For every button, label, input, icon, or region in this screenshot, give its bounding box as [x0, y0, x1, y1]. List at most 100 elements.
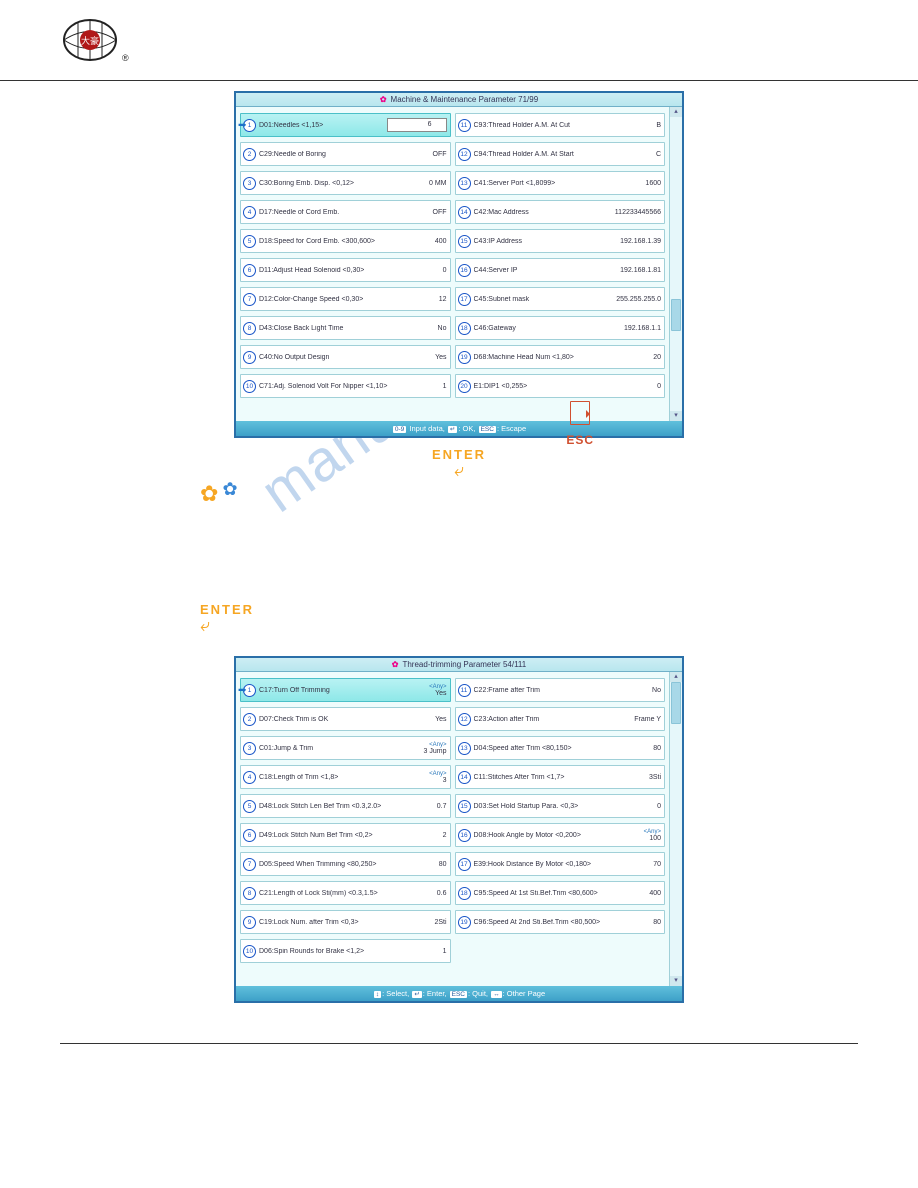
param-row[interactable]: 8D43:Close Back Light TimeNo	[240, 316, 451, 340]
param-label: C30:Boring Emb. Disp. <0,12>	[259, 180, 426, 187]
param-label: E39:Hook Distance By Motor <0,180>	[474, 861, 651, 868]
param-row[interactable]: ➡1C17:Turn Off Trimming<Any>Yes	[240, 678, 451, 702]
param-row[interactable]: 19D68:Machine Head Num <1,80>20	[455, 345, 666, 369]
param-row[interactable]: 6D49:Lock Stitch Num Bef Trim <0,2>2	[240, 823, 451, 847]
param-value: 1	[443, 948, 447, 955]
scrollbar[interactable]: ▴ ▾	[669, 107, 682, 421]
row-number-badge: 3	[243, 742, 256, 755]
row-number-badge: 14	[458, 771, 471, 784]
param-row[interactable]: 11C22:Frame after TrimNo	[455, 678, 666, 702]
param-row[interactable]: 11C93:Thread Holder A.M. At CutB	[455, 113, 666, 137]
param-label: C41:Server Port <1,8099>	[474, 180, 643, 187]
param-label: C93:Thread Holder A.M. At Cut	[474, 122, 654, 129]
updown-key-hint: ↕	[374, 991, 381, 998]
param-row[interactable]: 13C41:Server Port <1,8099>1600	[455, 171, 666, 195]
page-header: 大豪®	[0, 0, 918, 81]
param-value: 0	[657, 803, 661, 810]
gear-icon: ✿	[380, 95, 387, 104]
param-row[interactable]: 7D12:Color-Change Speed <0,30>12	[240, 287, 451, 311]
param-row[interactable]: 20E1:DIP1 <0,255>0	[455, 374, 666, 398]
param-row[interactable]: 2D07:Check Trim is OKYes	[240, 707, 451, 731]
param-row[interactable]: 2C29:Needle of BoringOFF	[240, 142, 451, 166]
param-row[interactable]: 4D17:Needle of Cord Emb.OFF	[240, 200, 451, 224]
param-label: C21:Length of Lock Sti(mm) <0.3,1.5>	[259, 890, 434, 897]
row-number-badge: 13	[458, 742, 471, 755]
param-row[interactable]: 5D18:Speed for Cord Emb. <300,600>400	[240, 229, 451, 253]
scroll-down-icon[interactable]: ▾	[670, 411, 682, 421]
param-value: 255.255.255.0	[616, 296, 661, 303]
param-label: D06:Spin Rounds for Brake <1,2>	[259, 948, 440, 955]
param-row[interactable]: 8C21:Length of Lock Sti(mm) <0.3,1.5>0.6	[240, 881, 451, 905]
enter-key-hint: ↵	[448, 426, 457, 433]
param-row[interactable]: 10D06:Spin Rounds for Brake <1,2>1	[240, 939, 451, 963]
param-row[interactable]: 13D04:Speed after Trim <80,150>80	[455, 736, 666, 760]
row-number-badge: 18	[458, 887, 471, 900]
param-value: 112233445566	[615, 209, 661, 216]
param-value: B	[656, 122, 661, 129]
scroll-up-icon[interactable]: ▴	[670, 672, 682, 682]
param-row[interactable]: 3C01:Jump & Trim<Any>3 Jump	[240, 736, 451, 760]
param-row[interactable]: 17C45:Subnet mask255.255.255.0	[455, 287, 666, 311]
param-row[interactable]: 14C11:Stitches After Trim <1,7>3Sti	[455, 765, 666, 789]
param-row[interactable]: 7D05:Speed When Trimming <80,250>80	[240, 852, 451, 876]
settings-gears-icon: ✿✿	[200, 481, 234, 507]
thread-trim-panel: ✿Thread-trimming Parameter 54/111 ➡1C17:…	[234, 656, 684, 1003]
row-number-badge: 10	[243, 380, 256, 393]
row-number-badge: 8	[243, 322, 256, 335]
param-row[interactable]: 9C19:Lock Num. after Trim <0,3>2Sti	[240, 910, 451, 934]
numkey-hint: 0-9	[393, 426, 406, 433]
scroll-down-icon[interactable]: ▾	[670, 976, 682, 986]
param-row[interactable]: 18C95:Speed At 1st Sti.Bef.Trim <80,600>…	[455, 881, 666, 905]
param-label: D48:Lock Stitch Len Bef Trim <0.3,2.0>	[259, 803, 434, 810]
param-value: <Any>100	[644, 829, 661, 842]
param-value: 400	[435, 238, 447, 245]
param-label: C96:Speed At 2nd Sti.Bef.Trim <80,500>	[474, 919, 651, 926]
scroll-up-icon[interactable]: ▴	[670, 107, 682, 117]
param-row[interactable]: 16C44:Server IP192.168.1.81	[455, 258, 666, 282]
row-number-badge: 7	[243, 293, 256, 306]
param-row[interactable]: 16D08:Hook Angle by Motor <0,200><Any>10…	[455, 823, 666, 847]
param-row[interactable]: 18C46:Gateway192.168.1.1	[455, 316, 666, 340]
row-number-badge: 18	[458, 322, 471, 335]
svg-text:®: ®	[122, 53, 129, 63]
param-row[interactable]: 9C40:No Output DesignYes	[240, 345, 451, 369]
row-number-badge: 11	[458, 119, 471, 132]
scrollbar[interactable]: ▴ ▾	[669, 672, 682, 986]
param-row[interactable]: 15C43:IP Address192.168.1.39	[455, 229, 666, 253]
row-number-badge: 9	[243, 351, 256, 364]
panel-footer: ↕: Select, ↵: Enter, ESC: Quit, ↔: Other…	[236, 986, 682, 1001]
param-row[interactable]: 12C23:Action after TrimFrame Y	[455, 707, 666, 731]
param-row[interactable]: 5D48:Lock Stitch Len Bef Trim <0.3,2.0>0…	[240, 794, 451, 818]
param-row[interactable]: 14C42:Mac Address112233445566	[455, 200, 666, 224]
row-number-badge: 13	[458, 177, 471, 190]
param-input[interactable]: 6	[387, 118, 447, 132]
row-number-badge: 7	[243, 858, 256, 871]
param-value: 80	[653, 919, 661, 926]
param-row[interactable]: 10C71:Adj. Solenoid Volt For Nipper <1,1…	[240, 374, 451, 398]
param-row[interactable]: 6D11:Adjust Head Solenoid <0,30>0	[240, 258, 451, 282]
row-number-badge: 2	[243, 148, 256, 161]
panel-title: ✿Thread-trimming Parameter 54/111	[236, 658, 682, 672]
param-label: D05:Speed When Trimming <80,250>	[259, 861, 436, 868]
row-number-badge: 11	[458, 684, 471, 697]
param-row[interactable]: 4C18:Length of Trim <1,8><Any>3	[240, 765, 451, 789]
enter-key-hint: ↵	[412, 991, 421, 998]
esc-key-hint: ESC	[479, 426, 496, 433]
param-row[interactable]: 3C30:Boring Emb. Disp. <0,12>0 MM	[240, 171, 451, 195]
param-row[interactable]: ➡1D01:Needles <1,15>6	[240, 113, 451, 137]
param-label: D18:Speed for Cord Emb. <300,600>	[259, 238, 432, 245]
esc-icon	[570, 401, 590, 425]
selection-arrow-icon: ➡	[238, 685, 250, 696]
param-label: D12:Color-Change Speed <0,30>	[259, 296, 436, 303]
param-row[interactable]: 19C96:Speed At 2nd Sti.Bef.Trim <80,500>…	[455, 910, 666, 934]
param-row[interactable]: 12C94:Thread Holder A.M. At StartC	[455, 142, 666, 166]
param-value: 12	[439, 296, 447, 303]
row-number-badge: 17	[458, 293, 471, 306]
param-row[interactable]: 15D03:Set Hold Startup Para. <0,3>0	[455, 794, 666, 818]
gear-icon: ✿	[392, 660, 399, 669]
param-value: 0	[443, 267, 447, 274]
param-label: D17:Needle of Cord Emb.	[259, 209, 430, 216]
param-row[interactable]: 17E39:Hook Distance By Motor <0,180>70	[455, 852, 666, 876]
row-number-badge: 5	[243, 235, 256, 248]
param-label: C94:Thread Holder A.M. At Start	[474, 151, 653, 158]
